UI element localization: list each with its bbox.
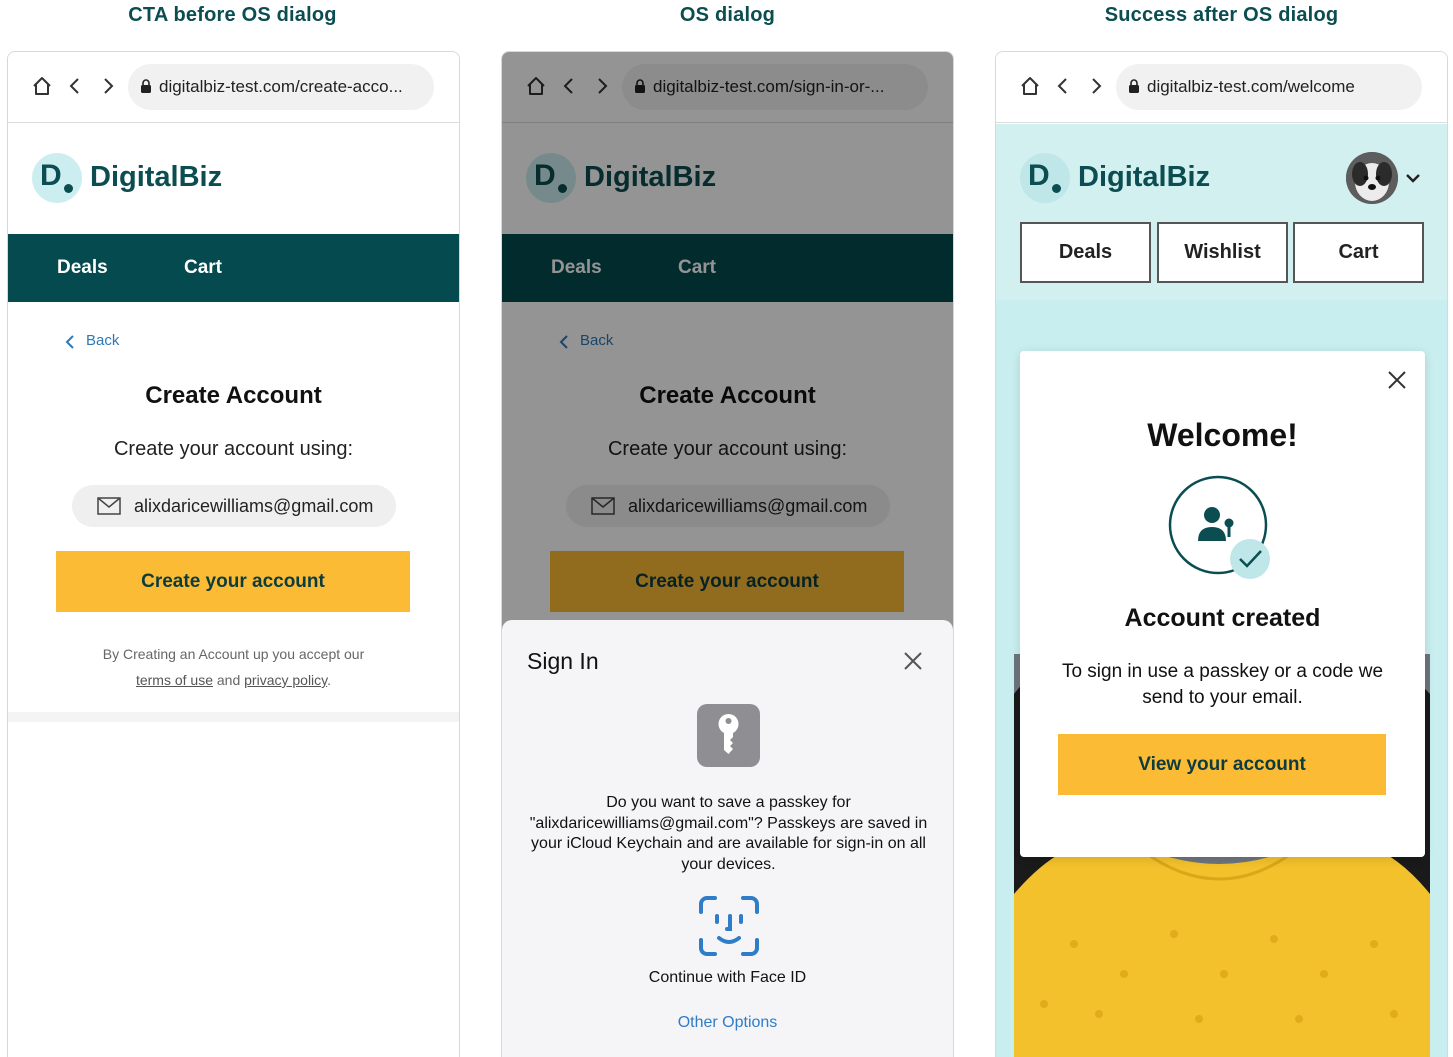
address-bar[interactable]: digitalbiz-test.com/welcome (1116, 64, 1422, 110)
footer-divider (8, 712, 459, 722)
page-subtitle: Create your account using: (113, 438, 354, 460)
tab-deals[interactable]: Deals (1020, 222, 1151, 283)
tab-cart[interactable]: Cart (1293, 222, 1424, 283)
view-account-button[interactable]: View your account (1058, 734, 1386, 795)
legal-text: By Creating an Account up you accept our… (8, 641, 459, 693)
email-chip: alixdaricewilliams@gmail.com (72, 485, 396, 527)
passkey-icon (697, 704, 760, 767)
close-icon[interactable] (1386, 369, 1408, 391)
nav-deals[interactable]: Deals (57, 257, 108, 279)
create-account-button[interactable]: Create your account (56, 551, 410, 612)
url-text: digitalbiz-test.com/welcome (1147, 77, 1355, 96)
logo-letter: D (1028, 159, 1050, 192)
browser-toolbar: digitalbiz-test.com/create-acco... (8, 52, 459, 123)
close-icon[interactable] (902, 650, 924, 672)
terms-link[interactable]: terms of use (136, 672, 213, 688)
face-id-icon[interactable] (697, 894, 761, 958)
back-arrow-icon[interactable] (1052, 75, 1074, 97)
column-title-3: Success after OS dialog (1104, 4, 1339, 26)
avatar[interactable] (1346, 152, 1398, 204)
welcome-modal: Welcome! Account created To sign in use … (1020, 351, 1425, 857)
legal-line-1: By Creating an Account up you accept our (102, 646, 365, 662)
nav-cart[interactable]: Cart (184, 257, 222, 279)
brand-name: DigitalBiz (90, 161, 223, 193)
logo-dot (64, 184, 73, 193)
sheet-title: Sign In (527, 648, 599, 674)
phone-create-account: digitalbiz-test.com/create-acco... D Dig… (7, 51, 460, 1057)
lock-icon (1129, 79, 1139, 93)
email-text: alixdaricewilliams@gmail.com (134, 496, 374, 516)
nav-bar: Deals Cart (8, 234, 459, 302)
modal-message: To sign in use a passkey or a code we se… (1061, 661, 1384, 708)
chevron-left-icon (65, 335, 74, 349)
privacy-link[interactable]: privacy policy (244, 672, 327, 688)
logo-dot (1052, 184, 1061, 193)
legal-and: and (216, 672, 241, 688)
forward-arrow-icon[interactable] (97, 75, 119, 97)
home-icon[interactable] (1019, 75, 1041, 97)
url-text: digitalbiz-test.com/create-acco... (159, 77, 403, 96)
modal-title: Welcome! (1147, 417, 1298, 453)
column-title-1: CTA before OS dialog (128, 4, 337, 26)
logo-letter: D (40, 159, 62, 192)
legal-period: . (327, 672, 332, 688)
address-bar[interactable]: digitalbiz-test.com/create-acco... (128, 64, 434, 110)
back-arrow-icon[interactable] (64, 75, 86, 97)
forward-arrow-icon[interactable] (1085, 75, 1107, 97)
legal-line-2: terms of use and privacy policy. (8, 667, 459, 693)
chevron-down-icon[interactable] (1404, 172, 1422, 184)
phone-welcome: digitalbiz-test.com/welcome D DigitalBiz… (995, 51, 1448, 1057)
other-options-link[interactable]: Other Options (502, 1014, 953, 1032)
home-icon[interactable] (31, 75, 53, 97)
browser-toolbar: digitalbiz-test.com/welcome (996, 52, 1447, 123)
back-label: Back (86, 332, 120, 349)
account-created-icon (1168, 475, 1270, 579)
passkey-message: Do you want to save a passkey for "alixd… (529, 794, 928, 873)
tab-wishlist[interactable]: Wishlist (1157, 222, 1288, 283)
page-title: Create Account (145, 382, 322, 409)
account-created-heading: Account created (1124, 604, 1321, 632)
mail-icon (97, 497, 121, 515)
lock-icon (141, 79, 151, 93)
brand-name: DigitalBiz (1078, 161, 1211, 193)
phone-os-dialog: digitalbiz-test.com/sign-in-or-... D Dig… (501, 51, 954, 1057)
passkey-sheet: Sign In Do you want to save a passkey fo… (502, 620, 953, 1057)
face-id-label[interactable]: Continue with Face ID (502, 969, 953, 987)
column-title-2: OS dialog (679, 4, 776, 26)
